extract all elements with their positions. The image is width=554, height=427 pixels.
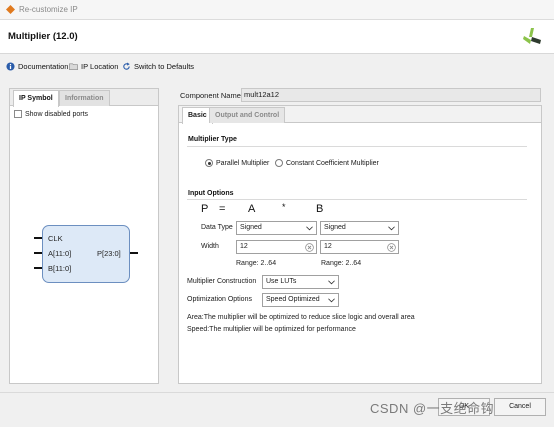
ip-location-button[interactable]: IP Location [69, 61, 118, 72]
parallel-multiplier-option[interactable]: Parallel Multiplier [205, 159, 269, 167]
input-options-title: Input Options [188, 190, 234, 197]
csdn-watermark: CSDN @一支绝命钩 [370, 401, 495, 416]
constant-coefficient-label: Constant Coefficient Multiplier [286, 159, 379, 167]
vivado-logo-icon [523, 28, 541, 44]
multiplier-construction-value: Use LUTs [266, 278, 297, 285]
width-b-range: Range: 2..64 [321, 260, 362, 267]
clear-icon[interactable] [305, 243, 314, 252]
equation-multiply: * [282, 202, 286, 212]
parallel-multiplier-label: Parallel Multiplier [216, 159, 270, 167]
multiplier-type-title: Multiplier Type [188, 136, 237, 143]
optimization-options-value: Speed Optimized [266, 296, 320, 303]
parallel-multiplier-radio[interactable] [205, 159, 213, 167]
documentation-button[interactable]: Documentation [6, 61, 68, 72]
folder-icon [69, 63, 78, 70]
component-name-field[interactable]: mult12a12 [241, 88, 541, 102]
ip-location-label: IP Location [81, 62, 119, 71]
config-tabstrip: Basic Output and Control [179, 106, 541, 124]
component-name-label: Component Name [180, 91, 241, 100]
section-divider [187, 146, 527, 147]
equation-equals: = [219, 203, 226, 215]
section-divider [187, 199, 527, 200]
chevron-down-icon [328, 280, 335, 285]
show-disabled-ports-row[interactable]: Show disabled ports [14, 110, 88, 118]
chevron-down-icon [328, 298, 335, 303]
ip-symbol-panel: IP Symbol Information Show disabled port… [9, 88, 159, 384]
data-type-b-select[interactable]: Signed [320, 221, 399, 235]
multiplier-construction-select[interactable]: Use LUTs [262, 275, 339, 289]
optimization-options-select[interactable]: Speed Optimized [262, 293, 339, 307]
tab-information[interactable]: Information [59, 90, 110, 106]
data-type-b-value: Signed [324, 224, 346, 231]
documentation-label: Documentation [18, 62, 69, 71]
data-type-a-value: Signed [240, 224, 262, 231]
tab-output-and-control[interactable]: Output and Control [209, 107, 286, 123]
info-icon [6, 62, 15, 71]
window-title: Re-customize IP [19, 5, 78, 14]
tab-ip-symbol[interactable]: IP Symbol [13, 90, 59, 107]
equation-b: B [316, 203, 324, 215]
switch-to-defaults-button[interactable]: Switch to Defaults [122, 61, 194, 72]
optimization-options-label: Optimization Options [187, 296, 252, 303]
clk-port-label: CLK [48, 234, 63, 243]
configuration-panel: Basic Output and Control Multiplier Type… [178, 105, 542, 384]
window-title-bar: Re-customize IP [0, 0, 554, 20]
p-pin [130, 252, 138, 254]
show-disabled-ports-checkbox[interactable] [14, 110, 22, 118]
a-port-label: A[11:0] [48, 249, 72, 258]
constant-coefficient-radio[interactable] [275, 159, 283, 167]
data-type-label: Data Type [201, 224, 233, 231]
equation-a: A [248, 203, 256, 215]
show-disabled-ports-label: Show disabled ports [25, 110, 89, 118]
dialog-header: Multiplier (12.0) [0, 20, 554, 54]
ip-title: Multiplier (12.0) [8, 31, 78, 42]
toolbar: Documentation IP Location Switch to Defa… [0, 56, 554, 76]
clear-icon[interactable] [387, 243, 396, 252]
switch-to-defaults-label: Switch to Defaults [134, 62, 195, 71]
p-port-label: P[23:0] [97, 249, 121, 258]
app-icon [6, 5, 15, 14]
area-note: Area:The multiplier will be optimized to… [187, 314, 415, 321]
width-b-value: 12 [324, 243, 332, 250]
width-a-input[interactable]: 12 [236, 240, 317, 254]
multiplier-symbol-block: CLK A[11:0] B[11:0] P[23:0] [42, 225, 130, 283]
equation-p: P [201, 203, 209, 215]
data-type-a-select[interactable]: Signed [236, 221, 317, 235]
speed-note: Speed:The multiplier will be optimized f… [187, 326, 356, 333]
refresh-icon [123, 62, 130, 70]
cancel-button[interactable]: Cancel [494, 398, 546, 416]
multiplier-construction-label: Multiplier Construction [187, 278, 257, 285]
chevron-down-icon [388, 226, 395, 231]
chevron-down-icon [306, 226, 313, 231]
width-b-input[interactable]: 12 [320, 240, 399, 254]
width-label: Width [201, 243, 219, 250]
left-tabstrip: IP Symbol Information [10, 89, 158, 107]
b-port-label: B[11:0] [48, 264, 72, 273]
width-a-range: Range: 2..64 [236, 260, 277, 267]
width-a-value: 12 [240, 243, 248, 250]
constant-coefficient-option[interactable]: Constant Coefficient Multiplier [275, 159, 379, 167]
footer-divider [0, 392, 554, 393]
